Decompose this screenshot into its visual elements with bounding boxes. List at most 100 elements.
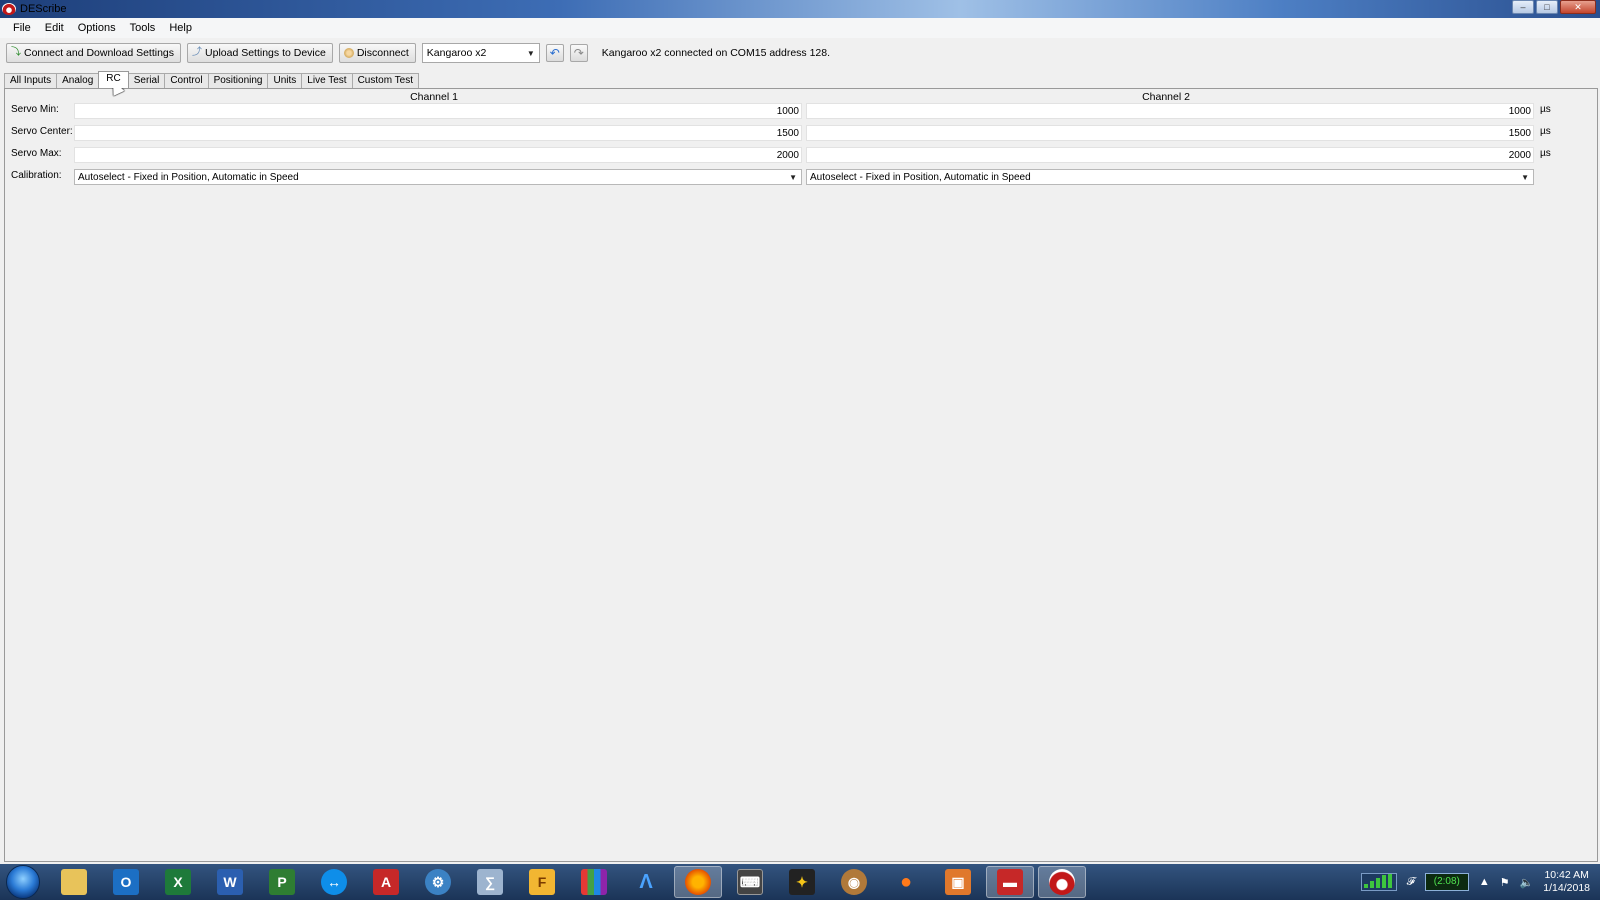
rc-tab-panel: Channel 1 Channel 2 Servo Min: 1000 1000… [4,88,1598,862]
servo-center-ch1-input[interactable]: 1500 [74,125,802,141]
calculator-icon: ∑ [477,869,503,895]
servo-min-ch2-input[interactable]: 1000 [806,103,1534,119]
signal-strength-icon[interactable] [1360,873,1397,891]
tab-units[interactable]: Units [267,73,303,88]
undo-button[interactable]: ↶ [545,44,564,62]
firefox-icon [685,869,711,895]
servo-max-unit: µs [1540,148,1551,159]
tab-rc[interactable]: RC [98,71,129,88]
servo-center-label: Servo Center: [11,126,73,137]
tab-control[interactable]: Control [164,73,209,88]
main-window: File Edit Options Tools Help ⤵ Connect a… [0,18,1600,864]
tab-positioning[interactable]: Positioning [207,73,269,88]
taskbar-word[interactable]: W [206,866,254,898]
volume-icon[interactable]: 🔈 [1520,876,1534,889]
system-tray: 𝓕 (2:08) ▲ ⚑ 🔈 10:42 AM 1/14/2018 [1360,864,1590,900]
upload-settings-label: Upload Settings to Device [205,47,326,59]
taskbar-keyboard-app[interactable]: ⌨ [726,866,774,898]
outlook-icon: O [113,869,139,895]
minimize-button[interactable]: – [1512,0,1534,14]
keyboard-icon: ⌨ [737,869,763,895]
teamviewer-icon: ↔ [321,869,347,895]
taskbar-red-app[interactable]: ▬ [986,866,1034,898]
flag-icon[interactable]: ⚑ [1500,876,1510,889]
maximize-button[interactable]: □ [1536,0,1558,14]
folder-icon [61,869,87,895]
connect-download-button[interactable]: ⤵ Connect and Download Settings [6,43,182,63]
system-clock[interactable]: 10:42 AM 1/14/2018 [1543,869,1590,895]
taskbar-firefox[interactable] [674,866,722,898]
clock-date: 1/14/2018 [1543,882,1590,894]
taskbar-outlook[interactable]: O [102,866,150,898]
taskbar-project[interactable]: P [258,866,306,898]
menu-file[interactable]: File [6,18,38,38]
start-button[interactable] [6,865,40,899]
device-select[interactable]: Kangaroo x2 ▼ [421,43,540,63]
servo-max-ch2-input[interactable]: 2000 [806,147,1534,163]
servo-center-ch2-input[interactable]: 1500 [806,125,1534,141]
taskbar-flame-app[interactable]: ● [882,866,930,898]
servo-min-label: Servo Min: [11,104,59,115]
tab-live-test[interactable]: Live Test [301,73,353,88]
tab-serial[interactable]: Serial [127,73,166,88]
upload-settings-button[interactable]: ⤴ Upload Settings to Device [187,43,333,63]
clock-time: 10:42 AM [1544,869,1589,881]
a-app-icon: Λ [639,870,653,893]
taskbar-calculator[interactable]: ∑ [466,866,514,898]
menu-help[interactable]: Help [162,18,199,38]
tab-custom-test[interactable]: Custom Test [351,73,419,88]
servo-center-unit: µs [1540,126,1551,137]
taskbar-teamviewer[interactable]: ↔ [310,866,358,898]
servo-min-ch1-input[interactable]: 1000 [74,103,802,119]
menu-options[interactable]: Options [71,18,123,38]
tab-strip: All Inputs Analog RC Serial Control Posi… [4,71,419,88]
taskbar-explorer[interactable] [50,866,98,898]
window-controls: – □ ✕ [1512,0,1596,14]
redo-button[interactable]: ↷ [569,44,588,62]
servo-max-ch1-input[interactable]: 2000 [74,147,802,163]
taskbar: O X W P ↔ A ⚙ ∑ F Λ ⌨ ✦ ◉ ● ▣ ▬ 𝓕 (2:08)… [0,864,1600,900]
disconnect-label: Disconnect [356,47,409,59]
acrobat-icon: A [373,869,399,895]
calibration-ch1-select[interactable]: Autoselect - Fixed in Position, Automati… [74,169,802,185]
toolbar: ⤵ Connect and Download Settings ⤴ Upload… [6,42,830,64]
servo-min-unit: µs [1540,104,1551,115]
circle-app-icon: ◉ [841,869,867,895]
connection-status: Kangaroo x2 connected on COM15 address 1… [601,47,831,59]
calibration-label: Calibration: [11,170,62,181]
close-button[interactable]: ✕ [1560,0,1596,14]
taskbar-settings[interactable]: ⚙ [414,866,462,898]
undo-icon: ↶ [549,46,560,60]
taskbar-bars-app[interactable] [570,866,618,898]
redo-icon: ↷ [573,46,584,60]
tab-analog[interactable]: Analog [56,73,100,88]
show-hidden-icons-icon[interactable]: ▲ [1479,876,1490,888]
battery-indicator[interactable]: (2:08) [1424,873,1469,891]
project-icon: P [269,869,295,895]
connect-download-label: Connect and Download Settings [24,47,175,59]
taskbar-a-app[interactable]: Λ [622,866,670,898]
taskbar-describe[interactable] [1038,866,1086,898]
f-app-icon: F [529,869,555,895]
tab-all-inputs[interactable]: All Inputs [4,73,58,88]
disconnect-button[interactable]: Disconnect [338,43,416,63]
taskbar-orange-app[interactable]: ▣ [934,866,982,898]
taskbar-f-app[interactable]: F [518,866,566,898]
taskbar-acrobat[interactable]: A [362,866,410,898]
excel-icon: X [165,869,191,895]
bars-app-icon [581,869,607,895]
dropdown-caret-icon: ▼ [1521,172,1529,182]
taskbar-excel[interactable]: X [154,866,202,898]
calibration-ch2-select[interactable]: Autoselect - Fixed in Position, Automati… [806,169,1534,185]
flame-app-icon: ● [899,870,913,893]
taskbar-star-app[interactable]: ✦ [778,866,826,898]
taskbar-apps: O X W P ↔ A ⚙ ∑ F Λ ⌨ ✦ ◉ ● ▣ ▬ [50,866,1086,898]
menu-edit[interactable]: Edit [38,18,71,38]
star-app-icon: ✦ [789,869,815,895]
taskbar-circle-app[interactable]: ◉ [830,866,878,898]
dropdown-caret-icon: ▼ [526,48,535,58]
menu-bar: File Edit Options Tools Help [0,18,1600,38]
menu-tools[interactable]: Tools [123,18,163,38]
wireless-icon[interactable]: 𝓕 [1407,876,1415,889]
word-icon: W [217,869,243,895]
